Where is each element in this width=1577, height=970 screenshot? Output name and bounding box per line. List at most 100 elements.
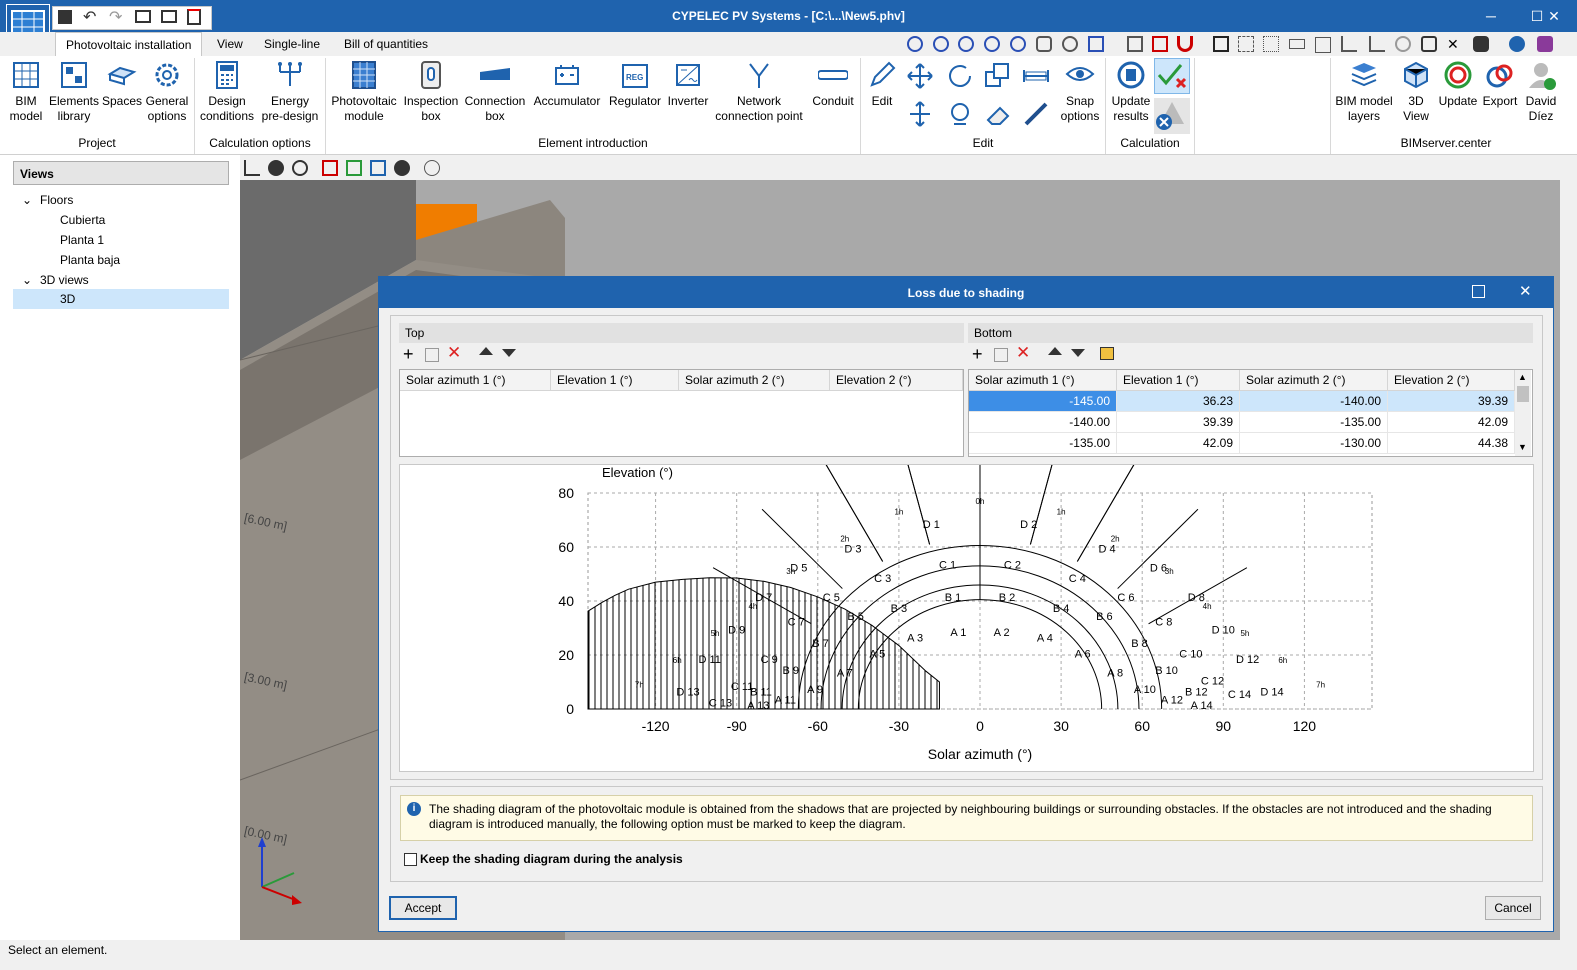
binoculars-icon[interactable] — [1473, 36, 1489, 52]
crop-icon[interactable] — [1341, 36, 1357, 52]
dialog-close-icon[interactable]: ✕ — [1519, 282, 1532, 300]
error-warning-icon[interactable] — [1154, 98, 1190, 134]
snap-grid-icon[interactable] — [1263, 36, 1279, 52]
connection-box-button[interactable]: Connection box — [462, 60, 528, 124]
add-row-icon[interactable]: + — [403, 345, 414, 363]
scroll-down-icon[interactable]: ▼ — [1518, 442, 1527, 452]
table-cell[interactable]: 39.39 — [1387, 390, 1515, 412]
bim-model-button[interactable]: BIM model — [4, 60, 48, 124]
table-cell[interactable]: 44.38 — [1387, 432, 1515, 454]
table-cell[interactable]: 36.23 — [1116, 390, 1240, 412]
table-cell[interactable]: -140.00 — [1239, 390, 1388, 412]
move-down-icon[interactable] — [502, 349, 516, 357]
network-connection-point-button[interactable]: Network connection point — [712, 60, 806, 124]
grid-icon[interactable] — [1238, 36, 1254, 52]
align-icon[interactable] — [906, 100, 934, 128]
minimize-button[interactable]: ─ — [1468, 0, 1514, 32]
accumulator-button[interactable]: Accumulator — [530, 60, 604, 109]
column-header[interactable]: Elevation 1 (°) — [1116, 370, 1240, 391]
layers-icon[interactable] — [1127, 36, 1143, 52]
table-cell[interactable]: 42.09 — [1116, 432, 1240, 454]
inverter-button[interactable]: Inverter — [664, 60, 712, 109]
visibility-icon[interactable] — [268, 160, 284, 176]
scroll-thumb[interactable] — [1517, 386, 1529, 402]
bim-model-layers-button[interactable]: BIM model layers — [1332, 60, 1396, 124]
section-blue-icon[interactable] — [370, 160, 386, 176]
zoom-all-icon[interactable] — [933, 36, 949, 52]
energy-pre-design-button[interactable]: Energy pre-design — [258, 60, 322, 124]
column-header[interactable]: Solar azimuth 2 (°) — [1239, 370, 1388, 391]
bimserver-update-button[interactable]: Update — [1436, 60, 1480, 109]
tab-single-line[interactable]: Single-line — [254, 32, 330, 56]
table-cell[interactable]: -130.00 — [1239, 432, 1388, 454]
hide-eye-icon[interactable] — [394, 160, 410, 176]
rotate-icon[interactable] — [1395, 36, 1411, 52]
pan-hand-icon[interactable] — [1036, 36, 1052, 52]
zoom-previous-icon[interactable] — [958, 36, 974, 52]
select-box-icon[interactable] — [1213, 36, 1229, 52]
measure-icon[interactable] — [1022, 62, 1050, 90]
tree-node-floor[interactable]: Cubierta — [60, 213, 105, 227]
tree-node-floors[interactable]: Floors — [40, 193, 73, 207]
general-options-button[interactable]: General options — [144, 60, 190, 124]
move-up-icon[interactable] — [1048, 347, 1062, 355]
magnet-icon[interactable] — [1177, 36, 1193, 52]
tab-bill-of-quantities[interactable]: Bill of quantities — [334, 32, 438, 56]
comment-icon[interactable] — [1421, 36, 1437, 52]
bimserver-export-button[interactable]: Export — [1480, 60, 1520, 109]
window-view-icon[interactable] — [1088, 36, 1104, 52]
rotate-element-icon[interactable] — [946, 62, 974, 90]
section-green-icon[interactable] — [346, 160, 362, 176]
tab-photovoltaic-installation[interactable]: Photovoltaic installation — [55, 32, 203, 57]
floors-expand-icon[interactable]: ⌄ — [22, 193, 32, 207]
table-cell[interactable]: 39.39 — [1116, 411, 1240, 433]
copy-row-icon[interactable] — [425, 348, 439, 362]
move-down-icon[interactable] — [1071, 349, 1085, 357]
column-header[interactable]: Elevation 2 (°) — [829, 370, 963, 391]
import-obstacle-icon[interactable] — [1100, 347, 1114, 360]
rotate-point-icon[interactable] — [946, 100, 974, 128]
3d-view-button[interactable]: 3D View — [1398, 60, 1434, 124]
tree-node-floor[interactable]: Planta 1 — [60, 233, 104, 247]
move-icon[interactable] — [906, 62, 934, 90]
column-header[interactable]: Solar azimuth 2 (°) — [678, 370, 830, 391]
section-red-icon[interactable] — [322, 160, 338, 176]
orbit-view-icon[interactable] — [292, 160, 308, 176]
table-cell[interactable]: -145.00 — [969, 390, 1117, 412]
copy-row-icon[interactable] — [994, 348, 1008, 362]
photovoltaic-module-button[interactable]: Photovoltaic module — [328, 60, 400, 124]
move-up-icon[interactable] — [479, 347, 493, 355]
keep-diagram-checkbox[interactable] — [404, 853, 417, 866]
dialog-maximize-icon[interactable] — [1472, 285, 1485, 298]
regulator-button[interactable]: REG Regulator — [606, 60, 664, 109]
table-cell[interactable]: 42.09 — [1387, 411, 1515, 433]
table-row[interactable]: -145.00 36.23 -140.00 39.39 — [969, 390, 1515, 412]
axes-icon[interactable] — [244, 160, 260, 176]
table-cell[interactable]: -135.00 — [1239, 411, 1388, 433]
column-header[interactable]: Elevation 1 (°) — [550, 370, 679, 391]
scroll-up-icon[interactable]: ▲ — [1518, 372, 1527, 382]
angle-icon[interactable] — [1369, 36, 1385, 52]
tab-view[interactable]: View — [207, 32, 253, 56]
dimension-icon[interactable] — [1315, 37, 1331, 53]
table-row[interactable]: -135.00 42.09 -130.00 44.38 — [969, 432, 1515, 454]
brush-icon[interactable] — [1022, 100, 1050, 128]
inspection-box-button[interactable]: Inspection box — [402, 60, 460, 124]
close-button[interactable]: ✕ — [1531, 0, 1577, 32]
spaces-button[interactable]: Spaces — [100, 60, 144, 109]
globe-icon[interactable] — [1509, 36, 1525, 52]
refresh-icon[interactable] — [984, 36, 1000, 52]
tree-node-3d-views[interactable]: 3D views — [40, 273, 89, 287]
tree-node-floor[interactable]: Planta baja — [60, 253, 120, 267]
license-icon[interactable] — [1537, 36, 1553, 52]
column-header[interactable]: Elevation 2 (°) — [1387, 370, 1515, 391]
zoom-window-icon[interactable] — [907, 36, 923, 52]
add-row-icon[interactable]: + — [972, 345, 983, 363]
table-cell[interactable]: -140.00 — [969, 411, 1117, 433]
edit-button[interactable]: Edit — [864, 60, 900, 109]
orbit-icon[interactable] — [1062, 36, 1078, 52]
update-results-button[interactable]: Update results — [1108, 60, 1154, 124]
elements-library-button[interactable]: Elements library — [48, 60, 100, 124]
cancel-button[interactable]: Cancel — [1485, 896, 1541, 920]
tree-node-3d-selected[interactable]: 3D — [13, 289, 229, 309]
